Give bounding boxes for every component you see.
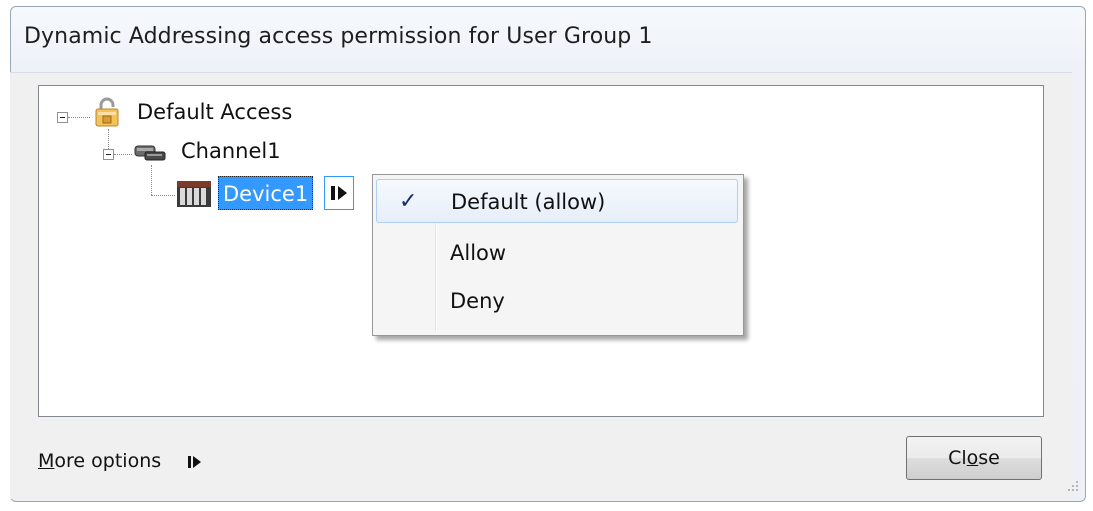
menu-item-label: Default (allow)	[451, 190, 606, 214]
tree-connector	[108, 129, 109, 149]
menu-item-label: Allow	[450, 241, 507, 265]
menu-item-allow[interactable]: Allow	[376, 231, 738, 275]
close-button[interactable]: Close	[906, 436, 1042, 480]
close-label-start: Cl	[948, 447, 967, 469]
device-icon	[176, 178, 212, 214]
menu-arrow-icon	[331, 186, 347, 200]
padlock-icon	[92, 96, 122, 132]
window-title: Dynamic Addressing access permission for…	[24, 24, 653, 49]
menu-item-default-allow[interactable]: ✓ Default (allow)	[376, 179, 738, 223]
collapse-root-icon[interactable]	[57, 112, 68, 123]
close-label-end: se	[978, 447, 1000, 469]
more-options-link[interactable]: More options	[38, 450, 161, 472]
channel-icon	[133, 140, 167, 170]
checkmark-icon: ✓	[399, 189, 418, 214]
device-permission-dropdown-button[interactable]	[324, 176, 354, 210]
expand-arrow-icon[interactable]	[186, 453, 206, 475]
tree-connector	[151, 165, 152, 195]
menu-item-deny[interactable]: Deny	[376, 279, 738, 323]
permission-context-menu: ✓ Default (allow) Allow Deny	[372, 174, 744, 336]
close-accesskey: o	[966, 447, 979, 469]
tree-node-device1[interactable]: Device1	[218, 176, 314, 210]
tree-connector	[151, 195, 175, 196]
more-options-label: ore options	[54, 450, 162, 472]
tree-connector	[68, 117, 90, 118]
more-options-accesskey: M	[38, 450, 55, 472]
tree-connector	[114, 154, 132, 155]
menu-item-label: Deny	[450, 289, 505, 313]
tree-node-channel1[interactable]: Channel1	[181, 139, 281, 163]
resize-grip-icon[interactable]	[1066, 478, 1080, 497]
collapse-channel-icon[interactable]	[103, 149, 114, 160]
tree-node-default-access[interactable]: Default Access	[137, 100, 292, 124]
